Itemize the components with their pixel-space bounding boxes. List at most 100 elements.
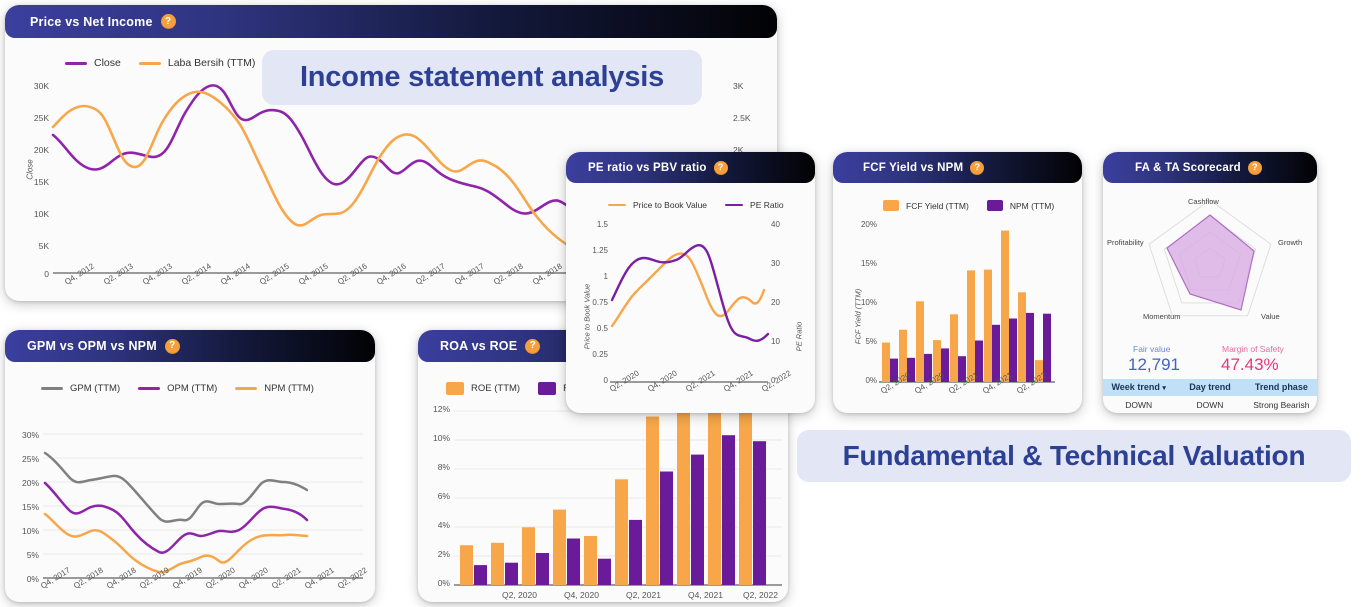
legend-label: NPM (TTM) [264,383,314,394]
legend-label: ROE (TTM) [471,383,521,394]
x-tick-top: Q4, 2020 [564,590,599,600]
fair-value-label: Fair value [1133,344,1171,354]
banner-fundamental-technical: Fundamental & Technical Valuation [797,430,1351,482]
y-tick: 15K [33,177,49,187]
trend-col-week-label: Week trend [1111,382,1160,392]
plot-fcf-vs-npm [879,230,1055,383]
legend-item: PE Ratio [725,200,784,210]
help-icon[interactable]: ? [1247,160,1262,175]
trend-col-day[interactable]: Day trend [1174,379,1245,396]
legend-pe-vs-pbv: Price to Book Value PE Ratio [608,200,802,210]
y-tick: 15% [21,502,39,512]
y-tick: 5% [26,550,39,560]
card-fcf-vs-npm: FCF Yield vs NPM ? FCF Yield (TTM) NPM (… [833,152,1082,413]
legend-swatch-laba-bersih [138,61,161,65]
y-tick: 25% [21,454,39,464]
legend-item: Laba Bersih (TTM) [138,57,256,69]
sort-arrow-icon[interactable]: ▾ [1162,385,1166,392]
legend-swatch-npm [235,387,258,390]
y-tick: 0 [44,269,49,279]
legend-price-vs-net-income: Close Laba Bersih (TTM) [65,57,273,69]
y-tick: 20% [21,478,39,488]
legend-swatch-pe [725,203,744,207]
help-icon[interactable]: ? [164,338,180,354]
legend-swatch-opm [138,387,161,390]
legend-gpm-opm-npm: GPM (TTM) OPM (TTM) NPM (TTM) [41,383,332,394]
legend-item: GPM (TTM) [41,383,120,394]
trend-table-row: DOWN DOWN Strong Bearish [1103,396,1317,413]
banner-text: Fundamental & Technical Valuation [842,440,1306,471]
help-icon[interactable]: ? [525,338,541,354]
y-tick: 25K [33,113,49,123]
y-tick: 30% [21,430,39,440]
legend-item: FCF Yield (TTM) [883,200,969,211]
trend-table-header: Week trend ▾ Day trend Trend phase [1103,379,1317,396]
card-fa-ta-scorecard: FA & TA Scorecard ? Cashflow Growth Valu… [1103,152,1317,413]
y-tick: 5K [38,241,49,251]
trend-col-week[interactable]: Week trend ▾ [1103,379,1174,396]
radar-axis-label-cashflow: Cashflow [1188,197,1219,206]
margin-of-safety-value: 47.43% [1221,355,1279,374]
help-icon[interactable]: ? [970,160,985,175]
card-title: FCF Yield vs NPM [863,161,964,174]
legend-swatch-roa [538,382,557,395]
legend-swatch-roe [446,382,464,395]
legend-swatch-npm [986,200,1003,211]
legend-label: Laba Bersih (TTM) [167,57,256,69]
y-tick: 10K [33,209,49,219]
trend-table: Week trend ▾ Day trend Trend phase DOWN … [1103,379,1317,413]
radar-area [1166,214,1255,311]
y-tick: 8% [437,462,450,472]
y-tick: 10% [21,526,39,536]
y-tick: 2% [437,549,450,559]
trend-col-phase[interactable]: Trend phase [1246,379,1317,396]
fair-value-amount: 12,791 [1128,355,1180,374]
y-tick-right: 2.5K [733,113,751,123]
y-tick-right: 30 [771,259,780,268]
y-tick: 30K [33,81,49,91]
card-header-fa-ta-scorecard: FA & TA Scorecard ? [1103,152,1317,183]
y-tick-right: 20 [771,298,780,307]
series-pbv-path [610,252,766,328]
y-tick: 4% [437,520,450,530]
help-icon[interactable]: ? [160,14,176,29]
x-tick-top: Q2, 2021 [626,590,661,600]
plot-gpm-opm-npm [43,433,363,579]
banner-income-statement: Income statement analysis [262,50,702,105]
y-tick: 15% [860,259,877,268]
card-header-price-vs-net-income: Price vs Net Income ? [5,5,777,38]
legend-label: PE Ratio [750,200,784,210]
y-tick: 20% [860,220,877,229]
x-tick-top: Q2, 2020 [502,590,537,600]
margin-of-safety-label: Margin of Safety [1222,344,1284,354]
y-axis-title-pe: PE Ratio [794,321,804,352]
y-tick: 20K [33,145,49,155]
trend-value-phase: Strong Bearish [1253,400,1310,410]
legend-label: Close [94,57,121,69]
radar-axis-label-value: Value [1261,312,1280,321]
trend-value-week: DOWN [1125,400,1153,410]
y-tick: 0 [603,376,608,385]
series-opm-path [43,481,309,554]
legend-swatch-close [65,61,87,65]
y-tick: 10% [860,298,877,307]
card-header-pe-vs-pbv: PE ratio vs PBV ratio ? [566,152,815,183]
y-tick: 0% [437,578,450,588]
legend-swatch-fcf-yield [883,200,899,211]
y-tick: 0.25 [592,350,608,359]
legend-item: Price to Book Value [608,200,707,210]
y-tick-right: 3K [733,81,744,91]
card-title: ROA vs ROE [440,339,518,353]
y-tick: 1 [603,272,608,281]
y-tick: 6% [437,491,450,501]
help-icon[interactable]: ? [713,160,728,175]
legend-item: Close [65,57,121,69]
radar-axis-label-profitability: Profitability [1107,238,1144,247]
x-tick-top: Q4, 2021 [688,590,723,600]
legend-item: NPM (TTM) [986,200,1055,211]
legend-label: NPM (TTM) [1009,200,1055,211]
y-axis-title-pbv: Price to Book Value [582,283,592,350]
y-tick-right: 10 [771,337,780,346]
radar-axis-label-momentum: Momentum [1143,312,1181,321]
legend-swatch-gpm [41,387,63,390]
